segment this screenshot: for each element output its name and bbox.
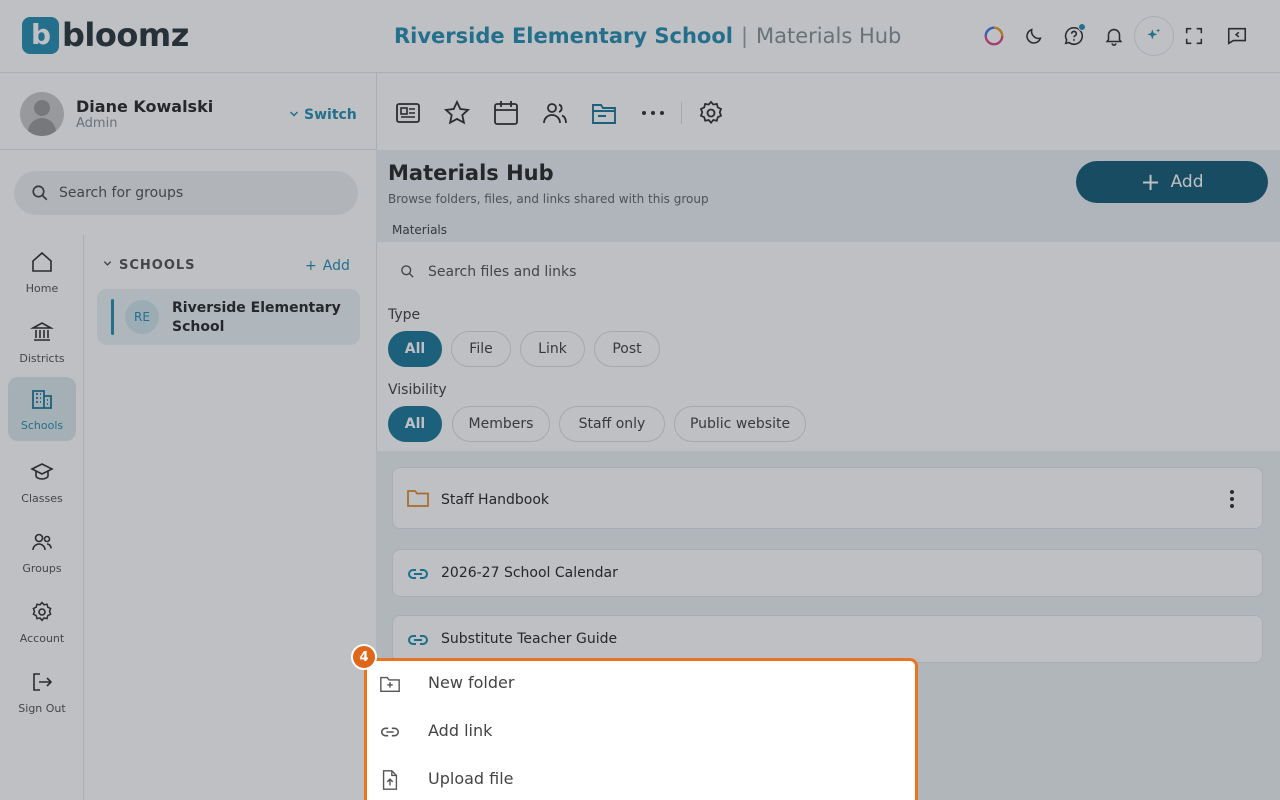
link-icon xyxy=(380,727,400,737)
menu-item-label: Add link xyxy=(428,721,493,740)
menu-item-add-link[interactable]: Add link xyxy=(367,709,915,757)
menu-item-label: New folder xyxy=(428,673,515,692)
add-menu: New folder Add link Upload file xyxy=(364,658,918,800)
menu-item-new-folder[interactable]: New folder xyxy=(367,661,915,709)
new-folder-icon xyxy=(380,676,400,693)
menu-item-label: Upload file xyxy=(428,769,514,788)
step-badge: 4 xyxy=(351,644,377,670)
menu-item-upload-file[interactable]: Upload file xyxy=(367,757,915,800)
upload-file-icon xyxy=(382,770,398,790)
